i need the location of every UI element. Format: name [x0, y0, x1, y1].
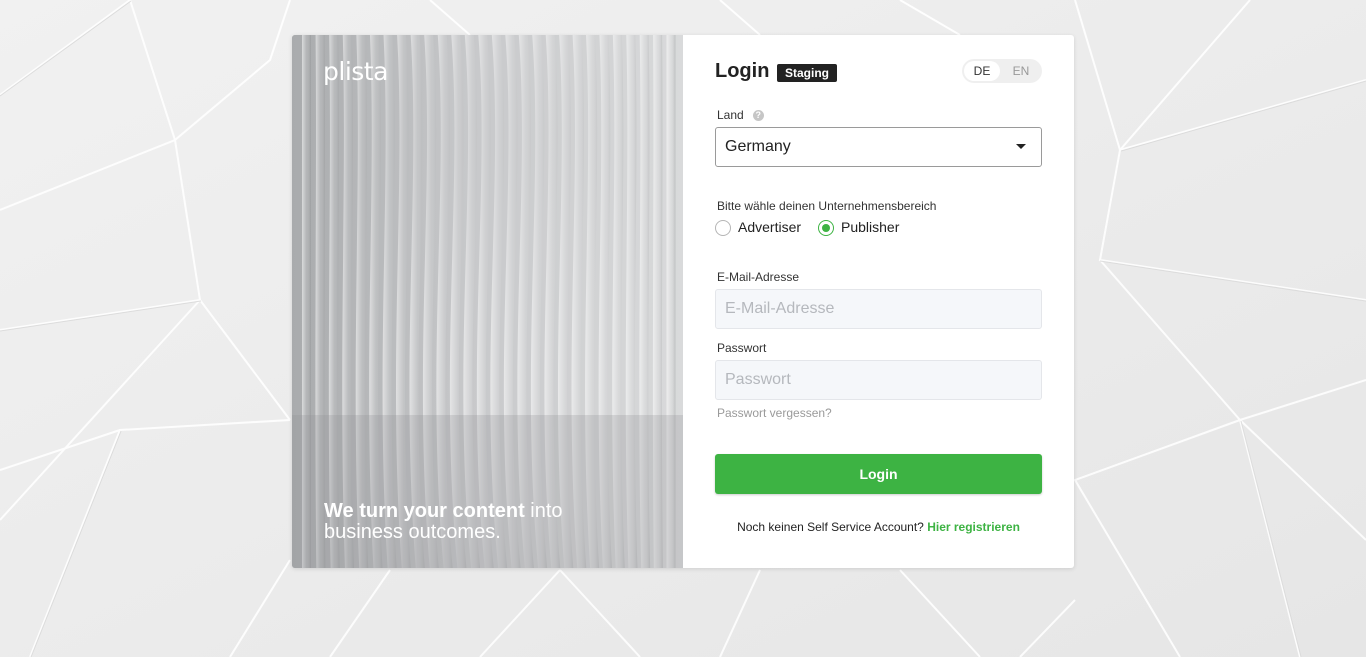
tagline-bold: We turn your content — [324, 500, 525, 522]
password-field[interactable] — [716, 361, 1041, 399]
radio-publisher-label[interactable]: Publisher — [841, 219, 899, 235]
country-select-value: Germany — [725, 138, 791, 155]
country-label: Land? — [717, 108, 764, 122]
login-form: Login Staging DE EN Land? Germany Bitte … — [715, 35, 1042, 568]
country-label-text: Land — [717, 108, 744, 122]
hero-wave-texture — [292, 35, 683, 568]
language-en-button[interactable]: EN — [1006, 61, 1036, 81]
register-prompt-text: Noch keinen Self Service Account? — [737, 520, 928, 534]
email-field[interactable] — [716, 290, 1041, 328]
email-field-wrapper — [715, 289, 1042, 329]
password-field-wrapper — [715, 360, 1042, 400]
login-card: plista We turn your content into busines… — [292, 35, 1074, 568]
question-circle-icon[interactable]: ? — [752, 110, 764, 121]
hero-tagline: We turn your content into business outco… — [324, 501, 624, 543]
business-area-radio-group: Advertiser Publisher — [715, 219, 1042, 239]
country-select[interactable]: Germany — [715, 127, 1042, 167]
hero-image-panel: plista We turn your content into busines… — [292, 35, 683, 568]
plista-logo: plista — [323, 57, 388, 86]
register-link[interactable]: Hier registrieren — [927, 520, 1020, 534]
register-prompt: Noch keinen Self Service Account? Hier r… — [715, 520, 1042, 534]
radio-advertiser-circle[interactable] — [715, 220, 731, 236]
radio-advertiser-label[interactable]: Advertiser — [738, 219, 801, 235]
password-label: Passwort — [717, 341, 767, 355]
environment-badge: Staging — [777, 64, 837, 82]
language-switcher: DE EN — [962, 59, 1042, 83]
language-de-button[interactable]: DE — [964, 61, 1000, 81]
form-header: Login Staging DE EN — [715, 58, 1042, 86]
business-area-label: Bitte wähle deinen Unternehmensbereich — [717, 199, 937, 213]
radio-publisher-circle[interactable] — [818, 220, 834, 236]
email-label: E-Mail-Adresse — [717, 270, 800, 284]
forgot-password-link[interactable]: Passwort vergessen? — [717, 406, 832, 420]
login-button[interactable]: Login — [715, 454, 1042, 494]
caret-down-icon — [1016, 144, 1026, 149]
page-title: Login — [715, 60, 770, 82]
